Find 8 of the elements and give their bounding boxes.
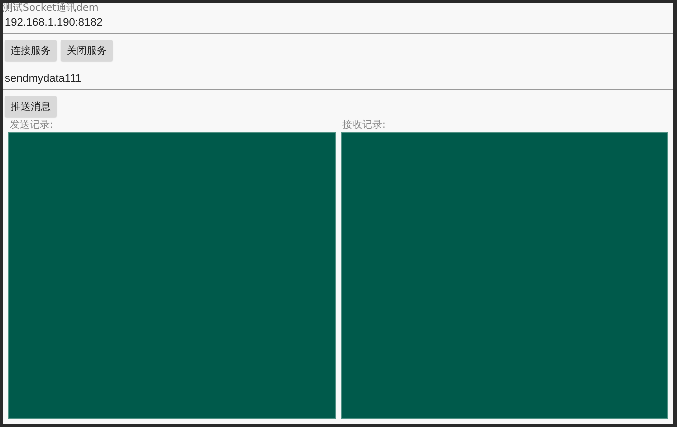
window-title: 测试Socket通讯dem [3,3,100,14]
input-field[interactable]: 192.168.1.190:8182 [3,14,673,34]
log-label: 接收记录: [342,121,387,131]
log-label: 发送记录: [9,121,54,131]
send-button[interactable]: 推送消息 [5,96,57,117]
service-button[interactable]: 连接服务 [5,40,57,61]
input-field[interactable]: sendmydata111 [3,70,673,90]
service-button[interactable]: 关闭服务 [61,40,113,61]
